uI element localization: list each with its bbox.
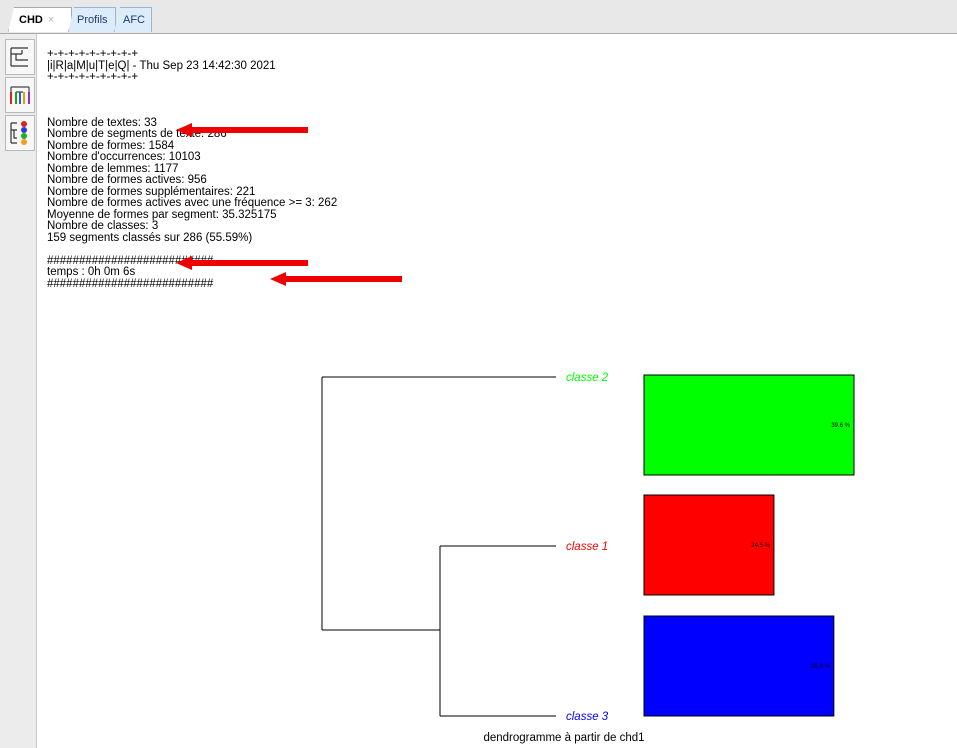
class-label: classe 3 [566,711,609,723]
class-percent-label: 24.5 % [751,543,770,549]
class-label: classe 2 [566,372,609,384]
chart-title: dendrogramme à partir de chd1 [483,732,644,744]
class-label: classe 1 [566,541,608,553]
class-labels: classe 2 classe 1 classe 3 [566,372,609,723]
class-bar [643,615,835,717]
class-bars: 39.6 % 24.5 % 35.8 % [643,374,855,717]
class-percent-label: 35.8 % [811,664,830,670]
class-bar [643,374,855,476]
dendrogram-chart: 39.6 %24.5 %35.8 % classe 2classe 1class… [321,372,855,744]
dendrogram-branches [321,376,556,717]
class-percent-label: 39.6 % [831,423,850,429]
